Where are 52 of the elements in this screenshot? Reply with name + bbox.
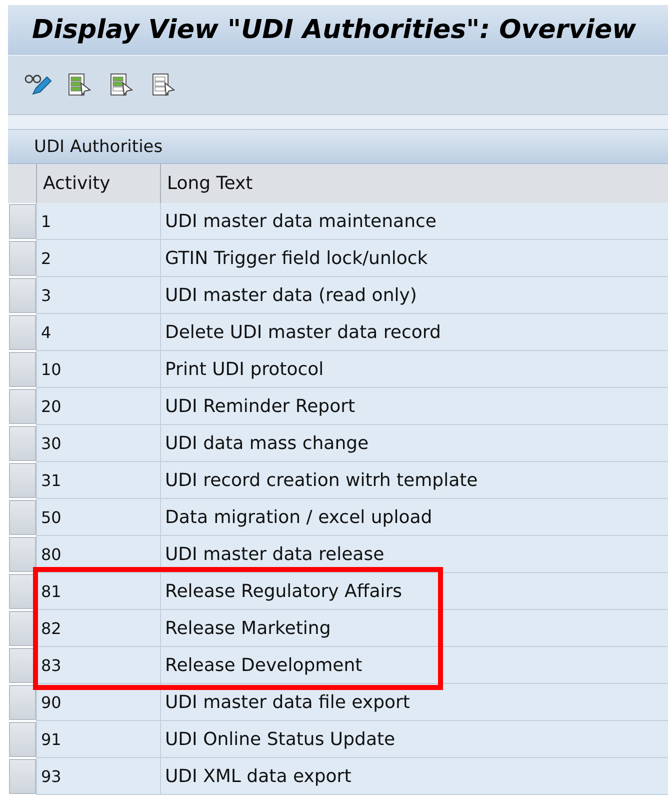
row-selector[interactable] bbox=[9, 204, 36, 239]
document-arrow-icon bbox=[67, 72, 93, 98]
row-selector[interactable] bbox=[9, 278, 36, 313]
table-cell: UDI data mass change bbox=[160, 425, 668, 462]
toolbar-button[interactable] bbox=[66, 71, 94, 99]
table-cell: 50 bbox=[36, 499, 160, 536]
table-cell: UDI Online Status Update bbox=[160, 721, 668, 758]
table-cell: 81 bbox=[36, 573, 160, 610]
row-selector[interactable] bbox=[9, 352, 36, 387]
document-arrow-icon bbox=[151, 72, 177, 98]
table-cell: 83 bbox=[36, 647, 160, 684]
table-cell: Release Development bbox=[160, 647, 668, 684]
table-cell: Release Regulatory Affairs bbox=[160, 573, 668, 610]
row-selector[interactable] bbox=[9, 722, 36, 757]
table-cell: 2 bbox=[36, 240, 160, 277]
table-title: UDI Authorities bbox=[34, 136, 163, 156]
row-selector[interactable] bbox=[9, 426, 36, 461]
table-cell: UDI master data release bbox=[160, 536, 668, 573]
table-cell: 3 bbox=[36, 277, 160, 314]
table-cell: 10 bbox=[36, 351, 160, 388]
table-cell: 1 bbox=[36, 203, 160, 240]
table-cell: 93 bbox=[36, 758, 160, 795]
table-cell: 30 bbox=[36, 425, 160, 462]
row-selector[interactable] bbox=[9, 463, 36, 498]
table-cell: Delete UDI master data record bbox=[160, 314, 668, 351]
toolbar-button[interactable] bbox=[150, 71, 178, 99]
glasses-pencil-icon bbox=[24, 73, 52, 97]
document-arrow-icon bbox=[109, 72, 135, 98]
table-cell: 4 bbox=[36, 314, 160, 351]
table-cell: Release Marketing bbox=[160, 610, 668, 647]
table-cell: 20 bbox=[36, 388, 160, 425]
table-cell: UDI XML data export bbox=[160, 758, 668, 795]
window-title: Display View "UDI Authorities": Overview bbox=[32, 15, 636, 45]
row-selector[interactable] bbox=[9, 500, 36, 535]
table-cell: GTIN Trigger field lock/unlock bbox=[160, 240, 668, 277]
table-cell: Print UDI protocol bbox=[160, 351, 668, 388]
row-selector[interactable] bbox=[9, 315, 36, 350]
table-cell: UDI master data maintenance bbox=[160, 203, 668, 240]
table-cell: UDI record creation witrh template bbox=[160, 462, 668, 499]
toolbar-button[interactable] bbox=[108, 71, 136, 99]
row-selector[interactable] bbox=[9, 537, 36, 572]
row-selector[interactable] bbox=[9, 685, 36, 720]
table-cell: 82 bbox=[36, 610, 160, 647]
row-selector[interactable] bbox=[9, 241, 36, 276]
table-cell: 31 bbox=[36, 462, 160, 499]
row-selector[interactable] bbox=[9, 389, 36, 424]
table-cell: UDI master data (read only) bbox=[160, 277, 668, 314]
table-cell: UDI Reminder Report bbox=[160, 388, 668, 425]
table-cell: UDI master data file export bbox=[160, 684, 668, 721]
row-selector[interactable] bbox=[9, 759, 36, 794]
table-cell: 91 bbox=[36, 721, 160, 758]
table-cell: Data migration / excel upload bbox=[160, 499, 668, 536]
